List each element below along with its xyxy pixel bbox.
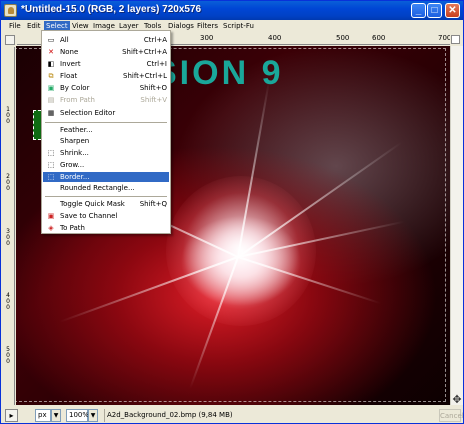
menu-item-label: Rounded Rectangle...: [60, 184, 135, 192]
ruler-label: 0: [6, 358, 10, 365]
close-button[interactable]: ✕: [445, 3, 460, 18]
menu-item-label: By Color: [60, 84, 90, 92]
menu-item-label: From Path: [60, 96, 95, 104]
selection-editor-icon: ▦: [47, 109, 55, 117]
menu-item-label: All: [60, 36, 69, 44]
grow-icon: ⬚: [47, 161, 55, 169]
zoom-toggle-button[interactable]: [451, 35, 460, 44]
menu-item-label: Save to Channel: [60, 212, 118, 220]
menu-item-label: Grow...: [60, 161, 85, 169]
menu-item-accel: Ctrl+I: [146, 60, 167, 68]
chevron-down-icon[interactable]: ▼: [51, 409, 61, 422]
menu-item-label: Border...: [60, 173, 90, 181]
gimp-app-icon: [4, 4, 17, 17]
menu-item-border[interactable]: ⬚ Border...: [43, 172, 169, 182]
float-icon: ⧉: [48, 72, 54, 80]
menu-item-grow[interactable]: ⬚ Grow...: [43, 160, 169, 170]
maximize-button[interactable]: □: [427, 3, 442, 18]
ruler-label: 0: [6, 185, 10, 192]
menu-item-accel: Ctrl+A: [143, 36, 167, 44]
menu-item-accel: Shift+V: [140, 96, 167, 104]
invert-icon: ◧: [47, 60, 55, 68]
menu-filters[interactable]: Filters: [195, 21, 220, 32]
menu-separator: [45, 122, 167, 123]
save-channel-icon: ▣: [47, 212, 55, 220]
ruler-label: 0: [6, 304, 10, 311]
menu-item-shrink[interactable]: ⬚ Shrink...: [43, 148, 169, 158]
menu-item-from-path[interactable]: ▤ From Path Shift+V: [43, 95, 169, 105]
cancel-button[interactable]: Cancel: [439, 409, 463, 422]
status-bar: ▸ px ▼ 100% ▼ A2d_Background_02.bmp (9,8…: [1, 406, 463, 423]
menu-item-toggle-quick-mask[interactable]: Toggle Quick Mask Shift+Q: [43, 199, 169, 209]
chevron-down-icon[interactable]: ▼: [88, 409, 98, 422]
navigate-icon[interactable]: ✥: [451, 394, 463, 406]
vertical-ruler[interactable]: 1 0 0 2 0 0 3 0 0 4 0 0 5 0 0: [4, 47, 15, 405]
status-file-info: A2d_Background_02.bmp (9,84 MB): [104, 409, 434, 422]
menu-item-none[interactable]: ✕ None Shift+Ctrl+A: [43, 47, 169, 57]
menu-item-invert[interactable]: ◧ Invert Ctrl+I: [43, 59, 169, 69]
menu-script-fu[interactable]: Script-Fu: [221, 21, 256, 32]
menu-item-label: Sharpen: [60, 137, 90, 145]
to-path-icon: ◈: [48, 224, 54, 232]
menu-item-selection-editor[interactable]: ▦ Selection Editor: [43, 108, 169, 118]
by-color-icon: ▣: [47, 84, 55, 92]
quick-mask-corner-button[interactable]: [5, 35, 15, 45]
ruler-label: 500: [336, 34, 350, 42]
ruler-label: 300: [200, 34, 214, 42]
select-none-icon: ✕: [48, 48, 54, 56]
menu-item-sharpen[interactable]: Sharpen: [43, 136, 169, 146]
menu-item-accel: Shift+Ctrl+L: [123, 72, 167, 80]
menu-item-accel: Shift+Ctrl+A: [122, 48, 167, 56]
menu-item-label: Toggle Quick Mask: [60, 200, 125, 208]
menu-item-by-color[interactable]: ▣ By Color Shift+O: [43, 83, 169, 93]
window-title: *Untitled-15.0 (RGB, 2 layers) 720x576: [21, 4, 202, 15]
title-bar[interactable]: *Untitled-15.0 (RGB, 2 layers) 720x576 _…: [1, 1, 463, 20]
ruler-label: 700: [438, 34, 450, 42]
menu-item-label: None: [60, 48, 79, 56]
menu-item-float[interactable]: ⧉ Float Shift+Ctrl+L: [43, 71, 169, 81]
menu-file[interactable]: File: [7, 21, 23, 32]
menu-item-label: Feather...: [60, 126, 93, 134]
minimize-button[interactable]: _: [411, 3, 426, 18]
ruler-label: 400: [268, 34, 282, 42]
menu-separator: [45, 196, 167, 197]
select-menu-dropdown: ▭ All Ctrl+A ✕ None Shift+Ctrl+A ◧ Inver…: [41, 30, 171, 234]
from-path-icon: ▤: [47, 96, 55, 104]
unit-select[interactable]: px: [35, 409, 51, 422]
menu-item-label: Shrink...: [60, 149, 89, 157]
ruler-label: 600: [372, 34, 386, 42]
border-icon: ⬚: [47, 173, 55, 181]
zoom-select[interactable]: 100%: [66, 409, 89, 422]
menu-item-accel: Shift+Q: [139, 200, 167, 208]
menu-item-all[interactable]: ▭ All Ctrl+A: [43, 35, 169, 45]
menu-edit[interactable]: Edit: [25, 21, 43, 32]
pointer-icon[interactable]: ▸: [5, 409, 18, 422]
ruler-label: 0: [6, 240, 10, 247]
shrink-icon: ⬚: [47, 149, 55, 157]
menu-item-feather[interactable]: Feather...: [43, 125, 169, 135]
menu-item-rounded-rectangle[interactable]: Rounded Rectangle...: [43, 183, 169, 193]
menu-item-accel: Shift+O: [139, 84, 167, 92]
menu-item-to-path[interactable]: ◈ To Path: [43, 223, 169, 233]
menu-item-save-to-channel[interactable]: ▣ Save to Channel: [43, 211, 169, 221]
menu-item-label: Invert: [60, 60, 81, 68]
ruler-label: 0: [6, 118, 10, 125]
menu-item-label: To Path: [60, 224, 85, 232]
vertical-scrollbar[interactable]: [450, 46, 463, 405]
menu-item-label: Selection Editor: [60, 109, 116, 117]
select-all-icon: ▭: [47, 36, 55, 44]
menu-item-label: Float: [60, 72, 78, 80]
